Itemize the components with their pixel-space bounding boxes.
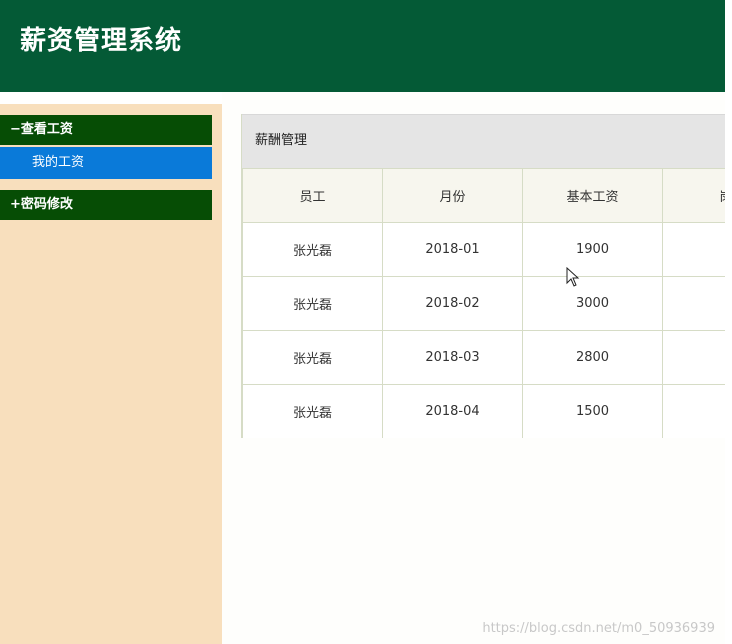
column-header-base-salary[interactable]: 基本工资 <box>522 168 663 223</box>
cell-month: 2018-01 <box>382 222 523 277</box>
sidebar: −查看工资 我的工资 +密码修改 <box>0 104 222 644</box>
window-edge <box>725 0 732 644</box>
cell-month: 2018-03 <box>382 330 523 385</box>
cell-employee: 张光磊 <box>242 222 383 277</box>
app-header: 薪资管理系统 <box>0 0 725 92</box>
cell-base-salary: 1900 <box>522 222 663 277</box>
cell-position: 2 <box>662 384 726 438</box>
cell-position <box>662 276 726 331</box>
panel-title: 薪酬管理 <box>242 114 726 168</box>
salary-panel: 薪酬管理 员工 月份 基本工资 岗位 张光磊 2018-01 1900 <box>241 114 726 438</box>
column-header-employee[interactable]: 员工 <box>242 168 383 223</box>
salary-table: 员工 月份 基本工资 岗位 张光磊 2018-01 1900 张光磊 20 <box>242 168 726 438</box>
table-row[interactable]: 张光磊 2018-04 1500 2 <box>242 384 726 438</box>
column-header-month[interactable]: 月份 <box>382 168 523 223</box>
table-header-row: 员工 月份 基本工资 岗位 <box>242 168 726 223</box>
watermark: https://blog.csdn.net/m0_50936939 <box>482 621 715 636</box>
cell-month: 2018-02 <box>382 276 523 331</box>
cell-employee: 张光磊 <box>242 330 383 385</box>
cell-month: 2018-04 <box>382 384 523 438</box>
menu-item-my-salary[interactable]: 我的工资 <box>0 147 212 179</box>
cell-base-salary: 2800 <box>522 330 663 385</box>
menu-group-view-salary[interactable]: −查看工资 <box>0 115 212 145</box>
cell-base-salary: 3000 <box>522 276 663 331</box>
app-title: 薪资管理系统 <box>20 26 183 56</box>
cell-position <box>662 222 726 277</box>
column-header-position[interactable]: 岗位 <box>662 168 726 223</box>
cell-employee: 张光磊 <box>242 384 383 438</box>
cell-employee: 张光磊 <box>242 276 383 331</box>
main-content: 薪酬管理 员工 月份 基本工资 岗位 张光磊 2018-01 1900 <box>222 92 726 644</box>
cell-position: 2 <box>662 330 726 385</box>
table-row[interactable]: 张光磊 2018-01 1900 <box>242 222 726 277</box>
table-row[interactable]: 张光磊 2018-02 3000 <box>242 276 726 331</box>
cell-base-salary: 1500 <box>522 384 663 438</box>
menu-group-change-password[interactable]: +密码修改 <box>0 190 212 220</box>
mouse-pointer-icon <box>566 267 580 287</box>
table-row[interactable]: 张光磊 2018-03 2800 2 <box>242 330 726 385</box>
